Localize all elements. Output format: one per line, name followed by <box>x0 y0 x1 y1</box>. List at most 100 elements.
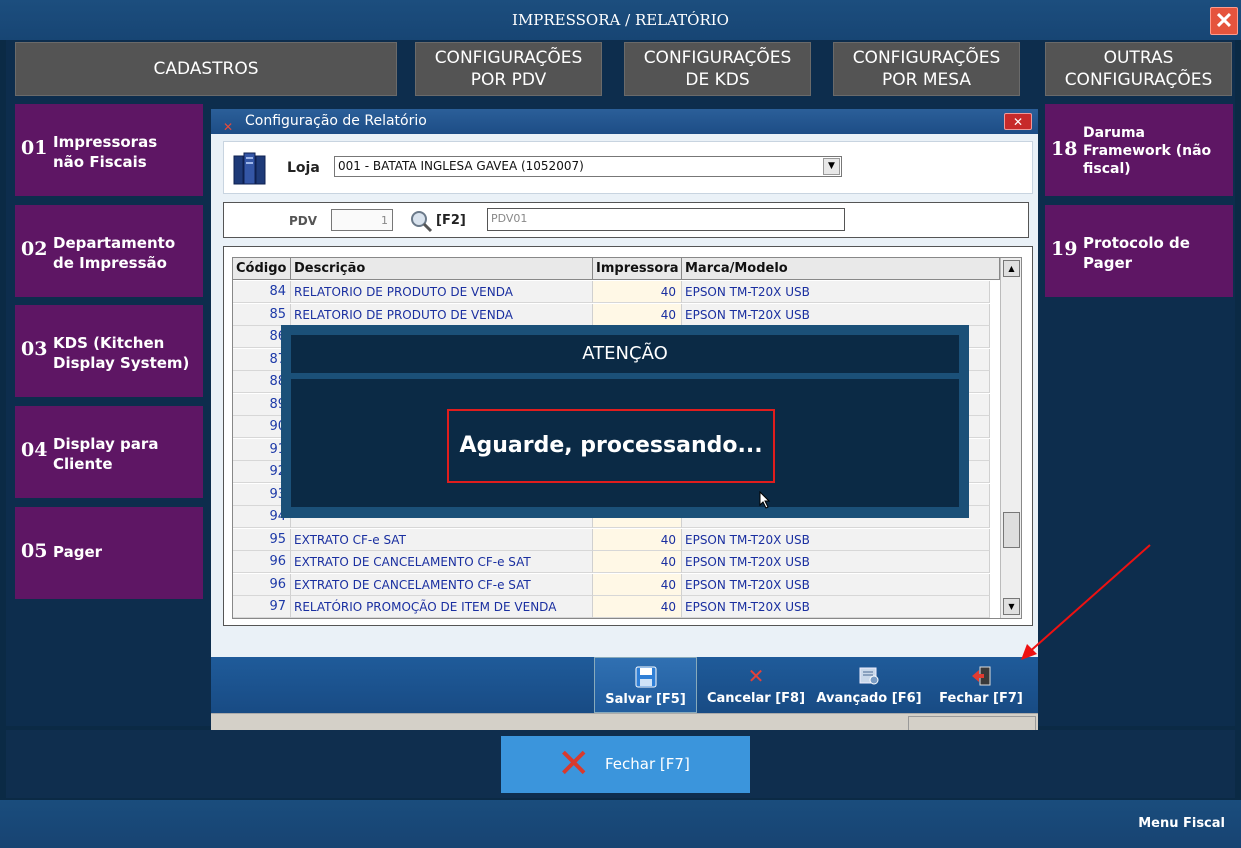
menu-item-departamento-impressao[interactable]: 02 Departamento de Impressão <box>15 205 203 297</box>
menu-item-label: Pager <box>53 543 103 561</box>
processing-message: Aguarde, processando... <box>447 409 775 483</box>
table-cell-impressora: 40 <box>593 596 682 618</box>
red-arrow-annotation-icon <box>1021 544 1151 660</box>
table-row[interactable]: 97 RELATÓRIO PROMOÇÃO DE ITEM DE VENDA 40 E… <box>233 596 990 618</box>
dialog-title: Configuração de Relatório <box>245 113 427 129</box>
salvar-button[interactable]: Salvar [F5] <box>594 657 697 713</box>
table-cell-codigo: 95 <box>233 528 291 551</box>
close-x-icon: ✕ <box>557 741 591 787</box>
table-cell-impressora: 40 <box>593 281 682 303</box>
column-header-impressora[interactable]: Impressora <box>593 258 682 280</box>
table-cell-marca: EPSON TM-T20X USB <box>682 551 990 573</box>
table-row[interactable]: 85 RELATORIO DE PRODUTO DE VENDA 40 EPSON T… <box>233 303 990 326</box>
menu-item-label: Display para <box>53 435 159 453</box>
fechar-dialog-button[interactable]: Fechar [F7] <box>931 657 1031 713</box>
menu-item-impressoras-nao-fiscais[interactable]: 01 Impressoras não Fiscais <box>15 104 203 196</box>
close-window-icon[interactable]: ✕ <box>1210 7 1238 35</box>
menu-item-daruma-framework[interactable]: 18 Daruma Framework (não fiscal) <box>1045 104 1233 196</box>
atencao-title: ATENÇÃO <box>291 335 959 373</box>
pdv-input[interactable]: 1 <box>331 209 393 231</box>
table-row[interactable]: 96 EXTRATO DE CANCELAMENTO CF-e SAT 40 EPSO… <box>233 551 990 573</box>
table-cell-impressora: 40 <box>593 303 682 326</box>
title-bar: IMPRESSORA / RELATÓRIO ✕ <box>0 0 1241 40</box>
tab-configuracoes-pdv[interactable]: CONFIGURAÇÕES POR PDV <box>415 42 602 96</box>
avancado-button[interactable]: Avançado [F6] <box>813 657 925 713</box>
tab-configuracoes-mesa[interactable]: CONFIGURAÇÕES POR MESA <box>833 42 1020 96</box>
menu-item-label: Pager <box>1083 254 1133 272</box>
menu-item-number: 01 <box>21 137 48 159</box>
menu-item-label: Impressoras <box>53 133 158 151</box>
menu-fiscal-link[interactable]: Menu Fiscal <box>1138 816 1225 831</box>
menu-item-label: fiscal) <box>1083 161 1131 177</box>
menu-item-label: Protocolo de <box>1083 234 1190 252</box>
table-row[interactable]: 96 EXTRATO DE CANCELAMENTO CF-e SAT 40 EPSO… <box>233 573 990 596</box>
table-cell-descricao: RELATORIO DE PRODUTO DE VENDA <box>291 303 593 326</box>
search-icon[interactable] <box>409 209 433 233</box>
tab-cadastros[interactable]: CADASTROS <box>15 42 397 96</box>
table-cell-descricao: RELATÓRIO PROMOÇÃO DE ITEM DE VENDA <box>291 596 593 618</box>
menu-item-protocolo-pager[interactable]: 19 Protocolo de Pager <box>1045 205 1233 297</box>
salvar-label: Salvar [F5] <box>605 692 686 707</box>
menu-item-number: 05 <box>21 540 48 562</box>
column-header-marca[interactable]: Marca/Modelo <box>682 258 1000 280</box>
table-cell-codigo: 96 <box>233 551 291 573</box>
pdv-name-value: PDV01 <box>491 212 528 225</box>
fechar-dialog-label: Fechar [F7] <box>939 691 1023 706</box>
table-cell-codigo: 85 <box>233 303 291 326</box>
atencao-modal: ATENÇÃO Aguarde, processando... <box>281 325 969 518</box>
table-cell-marca: EPSON TM-T20X USB <box>682 573 990 596</box>
loja-select[interactable]: 001 - BATATA INGLESA GAVEA (1052007) ▼ <box>334 156 842 177</box>
table-cell-marca: EPSON TM-T20X USB <box>682 596 990 618</box>
menu-item-number: 03 <box>21 338 48 360</box>
scroll-up-icon[interactable]: ▲ <box>1003 260 1020 277</box>
tab-outras-configuracoes[interactable]: OUTRAS CONFIGURAÇÕES <box>1045 42 1232 96</box>
dialog-close-icon[interactable]: ✕ <box>1004 113 1032 130</box>
table-cell-codigo: 97 <box>233 596 291 618</box>
menu-item-pager[interactable]: 05 Pager <box>15 507 203 599</box>
menu-item-label: Framework (não <box>1083 143 1212 159</box>
tab-label-line1: CONFIGURAÇÕES <box>852 48 1001 68</box>
menu-item-display-cliente[interactable]: 04 Display para Cliente <box>15 406 203 498</box>
table-cell-marca: EPSON TM-T20X USB <box>682 528 990 551</box>
menu-item-kds[interactable]: 03 KDS (Kitchen Display System) <box>15 305 203 397</box>
window-title: IMPRESSORA / RELATÓRIO <box>512 11 729 29</box>
status-bar: Menu Fiscal <box>0 800 1241 848</box>
tab-label-line2: DE KDS <box>685 70 750 90</box>
table-row[interactable]: 95 EXTRATO CF-e SAT 40 EPSON TM-T20X USB <box>233 528 990 551</box>
menu-item-label: KDS (Kitchen <box>53 334 165 352</box>
mouse-cursor-icon <box>759 491 771 509</box>
menu-item-label: Cliente <box>53 455 113 473</box>
tab-label-line2: POR MESA <box>882 70 971 90</box>
cancelar-label: Cancelar [F8] <box>706 691 806 706</box>
tab-label-line2: CONFIGURAÇÕES <box>1064 70 1213 90</box>
menu-item-label: Departamento <box>53 234 176 252</box>
search-shortcut-label: [F2] <box>436 213 466 228</box>
table-row[interactable]: 84 RELATORIO DE PRODUTO DE VENDA 40 EPSON T… <box>233 281 990 303</box>
table-cell-codigo: 96 <box>233 573 291 596</box>
atencao-body: Aguarde, processando... <box>291 379 959 509</box>
cancelar-button[interactable]: ✕ Cancelar [F8] <box>705 657 807 713</box>
loja-label: Loja <box>287 160 320 176</box>
column-header-descricao[interactable]: Descrição <box>291 258 593 280</box>
menu-item-label: Display System) <box>53 354 190 372</box>
dialog-title-bar: ✕ Configuração de Relatório ✕ <box>211 109 1038 134</box>
fechar-main-button[interactable]: ✕ Fechar [F7] <box>501 736 750 793</box>
tab-configuracoes-kds[interactable]: CONFIGURAÇÕES DE KDS <box>624 42 811 96</box>
exit-door-icon <box>972 666 991 686</box>
table-cell-impressora: 40 <box>593 528 682 551</box>
menu-item-number: 18 <box>1051 138 1078 160</box>
table-cell-descricao: RELATORIO DE PRODUTO DE VENDA <box>291 281 593 303</box>
menu-item-number: 02 <box>21 238 48 260</box>
pdv-label: PDV <box>289 214 318 228</box>
advanced-settings-icon <box>859 667 879 685</box>
tab-label-line1: CONFIGURAÇÕES <box>643 48 792 68</box>
tab-label-line1: CONFIGURAÇÕES <box>434 48 583 68</box>
menu-item-label: não Fiscais <box>53 153 147 171</box>
loja-selected-value: 001 - BATATA INGLESA GAVEA (1052007) <box>338 159 584 173</box>
pdv-name-field[interactable]: PDV01 <box>487 208 845 231</box>
chevron-down-icon[interactable]: ▼ <box>823 158 840 175</box>
table-cell-marca: EPSON TM-T20X USB <box>682 281 990 303</box>
dialog-toolbar: Salvar [F5] ✕ Cancelar [F8] Avançado [F6… <box>211 657 1038 713</box>
column-header-codigo[interactable]: Código <box>233 258 291 280</box>
table-cell-marca: EPSON TM-T20X USB <box>682 303 990 326</box>
